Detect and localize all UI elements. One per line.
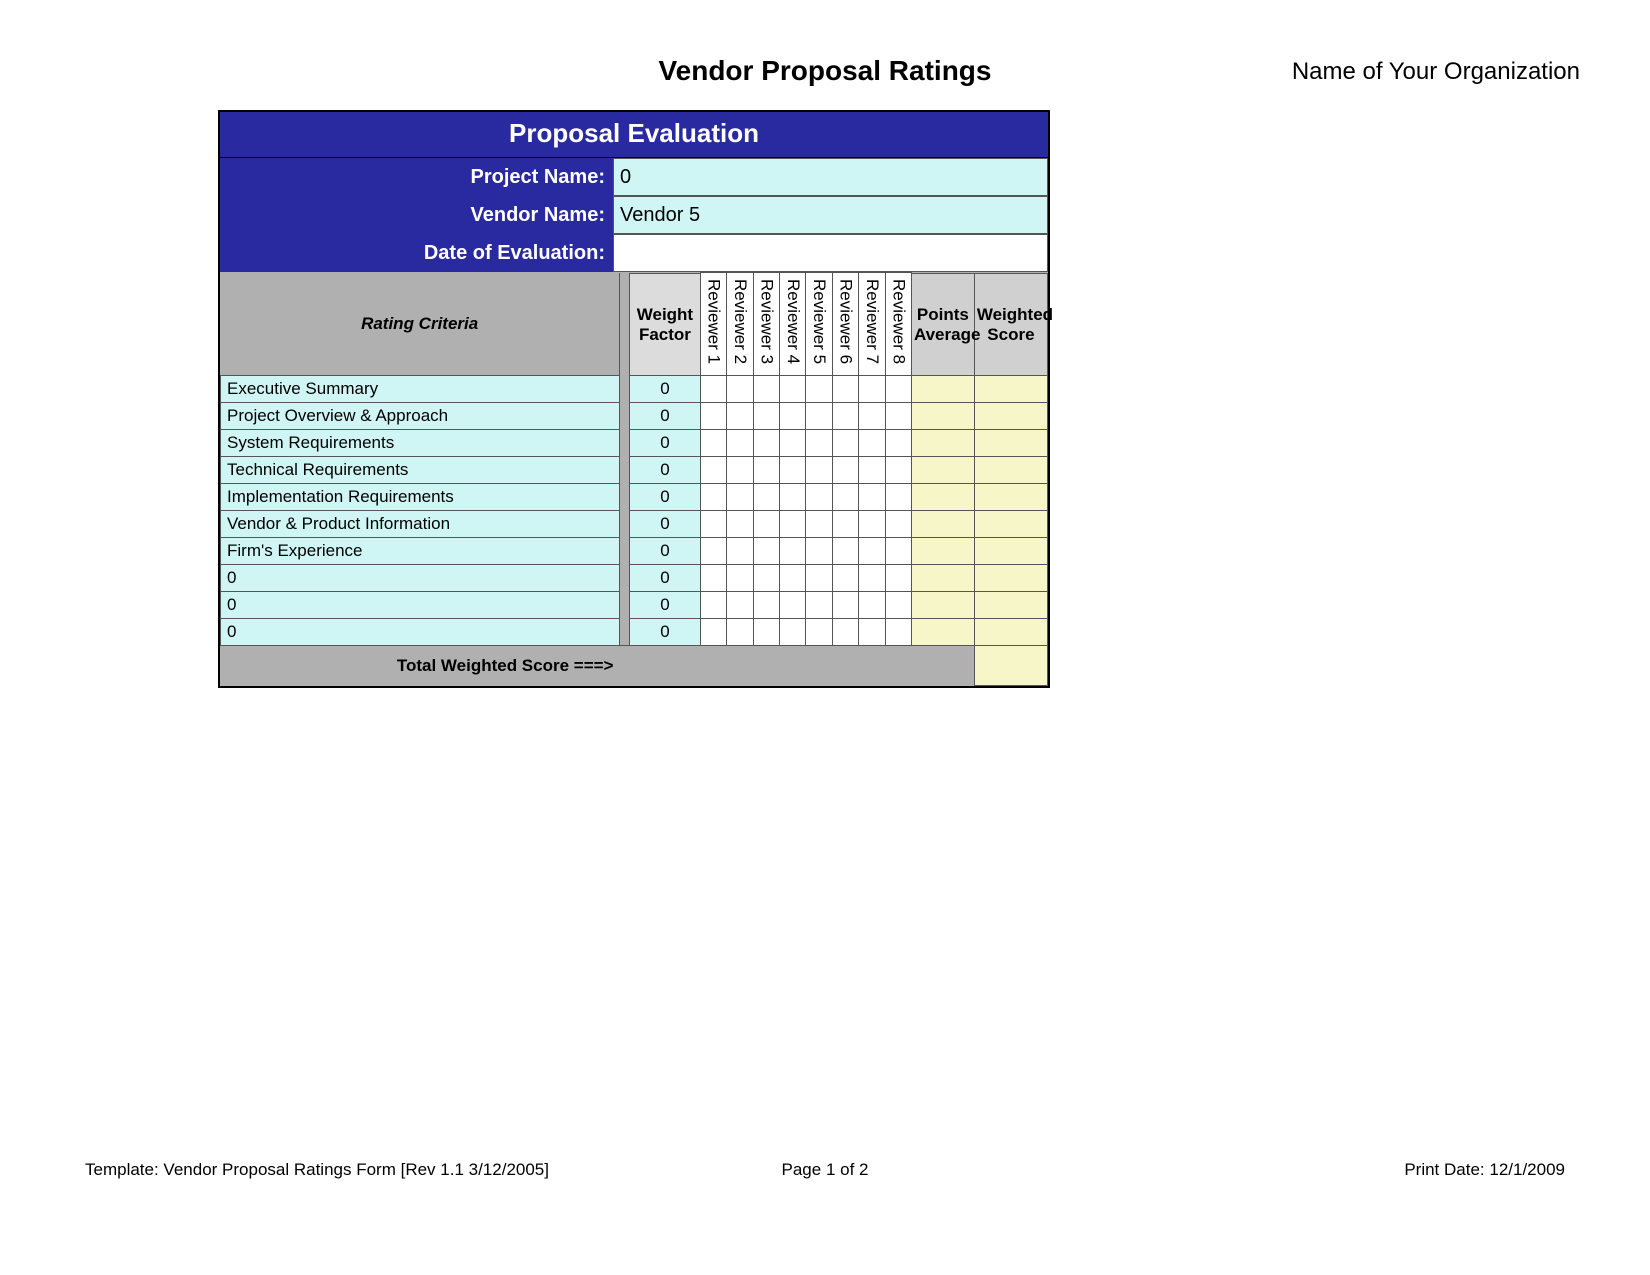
criteria-cell[interactable]: Executive Summary — [221, 376, 620, 403]
points-average-header: Points Average — [911, 273, 974, 375]
table-row: System Requirements 0 — [221, 430, 1048, 457]
evaluation-date-row: Date of Evaluation: — [220, 234, 1048, 272]
reviewer-2-header: Reviewer 2 — [727, 273, 753, 376]
reviewer-cell[interactable] — [700, 376, 726, 403]
project-name-value[interactable]: 0 — [613, 158, 1048, 196]
table-row: Project Overview & Approach 0 — [221, 403, 1048, 430]
organization-name: Name of Your Organization — [1292, 58, 1580, 86]
reviewer-3-header: Reviewer 3 — [753, 273, 779, 376]
footer: Template: Vendor Proposal Ratings Form [… — [85, 1160, 1565, 1180]
page: Vendor Proposal Ratings Name of Your Org… — [0, 0, 1650, 1275]
reviewer-6-header: Reviewer 6 — [832, 273, 858, 376]
evaluation-sheet: Proposal Evaluation Project Name: 0 Vend… — [218, 110, 1050, 688]
reviewer-7-header: Reviewer 7 — [859, 273, 885, 376]
total-weighted-score-label: Total Weighted Score ===> — [221, 656, 624, 676]
weighted-score-header: Weighted Score — [974, 273, 1047, 375]
project-name-label: Project Name: — [220, 158, 613, 196]
table-row: Executive Summary 0 — [221, 376, 1048, 403]
table-row: 0 0 — [221, 565, 1048, 592]
criteria-header: Rating Criteria — [221, 273, 620, 376]
spacer — [619, 273, 629, 376]
vendor-name-label: Vendor Name: — [220, 196, 613, 234]
weighted-score-cell — [974, 376, 1047, 403]
ratings-grid: Rating Criteria Reviewer 1 Reviewer 2 Re… — [220, 272, 1048, 686]
reviewer-1-header: Reviewer 1 — [700, 273, 726, 376]
weight-factor-cell[interactable]: 0 — [629, 376, 700, 403]
table-row: 0 0 — [221, 619, 1048, 646]
evaluation-date-value[interactable] — [613, 234, 1048, 272]
page-number: Page 1 of 2 — [85, 1160, 1565, 1180]
reviewer-5-header: Reviewer 5 — [806, 273, 832, 376]
table-row: 0 0 — [221, 592, 1048, 619]
reviewer-8-header: Reviewer 8 — [885, 273, 911, 376]
evaluation-title: Proposal Evaluation — [220, 112, 1048, 158]
total-weighted-score-value — [974, 646, 1047, 686]
table-row: Firm's Experience 0 — [221, 538, 1048, 565]
table-row: Vendor & Product Information 0 — [221, 511, 1048, 538]
points-average-cell — [911, 376, 974, 403]
weight-factor-header: Weight Factor — [629, 273, 700, 375]
vendor-name-value[interactable]: Vendor 5 — [613, 196, 1048, 234]
table-row: Implementation Requirements 0 — [221, 484, 1048, 511]
reviewer-4-header: Reviewer 4 — [780, 273, 806, 376]
evaluation-date-label: Date of Evaluation: — [220, 234, 613, 272]
project-name-row: Project Name: 0 — [220, 158, 1048, 196]
total-row: Total Weighted Score ===> — [221, 646, 1048, 686]
vendor-name-row: Vendor Name: Vendor 5 — [220, 196, 1048, 234]
table-row: Technical Requirements 0 — [221, 457, 1048, 484]
meta-block: Project Name: 0 Vendor Name: Vendor 5 Da… — [220, 158, 1048, 272]
